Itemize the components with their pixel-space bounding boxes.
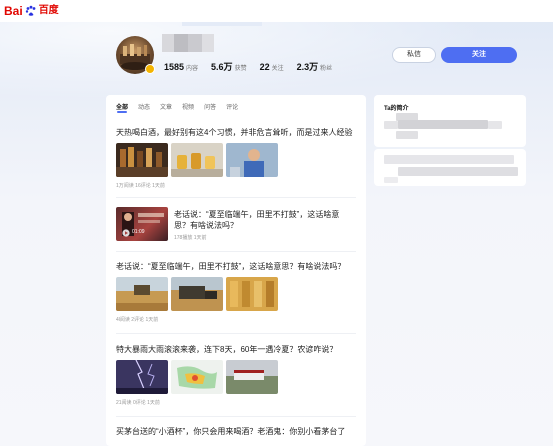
thumbnail-image[interactable] [116,277,168,311]
item-title-continued[interactable]: 思？有啥说法吗？ [174,220,339,231]
list-item[interactable]: 买茅台送的“小酒杯”，你只会用来喝酒？老酒鬼：你别小看茅台了 [116,426,356,437]
thumbnail-image[interactable] [116,143,168,177]
tab-qa[interactable]: 问答 [204,102,216,111]
redacted-text [384,121,398,129]
divider [116,251,356,252]
baidu-logo[interactable]: Bai 百度 [4,4,59,18]
message-button[interactable]: 私信 [392,47,436,63]
video-thumbnail[interactable]: 01:09 [116,207,168,241]
logo-text-cn: 百度 [38,5,59,16]
redacted-text [398,120,488,129]
list-item[interactable]: 老话说：“夏至临端午，田里不打鼓”，这话啥意思？有啥说法吗？ 4l阅读 2评论 … [116,261,356,323]
paw-icon [25,5,36,16]
thumbnail-image[interactable] [226,277,278,311]
verified-badge-icon [145,64,155,74]
video-duration: 01:09 [132,229,145,235]
item-title[interactable]: 买茅台送的“小酒杯”，你只会用来喝酒？老酒鬼：你别小看茅台了 [116,426,356,437]
stat-content[interactable]: 1585 内容 [164,62,198,72]
list-item[interactable]: 天热喝白酒，最好别有这4个习惯，并非危言耸听，而是过来人经验 1万阅读 16评论… [116,127,356,189]
item-title[interactable]: 老话说：“夏至临端午，田里不打鼓”，这话啥意 [174,209,339,220]
item-title[interactable]: 天热喝白酒，最好别有这4个习惯，并非危言耸听，而是过来人经验 [116,127,356,138]
item-meta: 21阅读 0评论 1天前 [116,400,160,406]
intro-card: Ta的简介 [374,95,526,147]
tab-updates[interactable]: 动态 [138,102,150,111]
list-item[interactable]: 特大暴雨大雨滚滚来袭，连下8天，60年一遇冷夏？农谚咋说？ 21阅读 0评论 1… [116,344,356,406]
item-images [116,143,356,177]
item-text: 老话说：“夏至临端午，田里不打鼓”，这话啥意 思？有啥说法吗？ 178播放 1天… [174,209,339,241]
redacted-text [488,121,502,129]
header-tab-notch [182,22,262,26]
profile-extra-card [374,149,526,186]
redacted-text [396,131,418,139]
logo-text-latin: Bai [4,4,23,18]
feed-card: 全部 动态 文章 视频 问答 评论 天热喝白酒，最好别有这4个习惯，并非危言耸听… [106,95,366,446]
thumbnail-image[interactable] [226,143,278,177]
thumbnail-image[interactable] [171,360,223,394]
intro-heading: Ta的简介 [384,106,409,112]
item-title[interactable]: 特大暴雨大雨滚滚来袭，连下8天，60年一遇冷夏？农谚咋说？ [116,344,356,355]
top-bar: Bai 百度 [0,0,553,22]
list-item[interactable]: 01:09 老话说：“夏至临端午，田里不打鼓”，这话啥意 思？有啥说法吗？ 17… [116,207,356,247]
follow-button[interactable]: 关注 [441,47,517,63]
stat-following[interactable]: 22 关注 [260,62,284,72]
thumbnail-image[interactable] [171,143,223,177]
stat-likes[interactable]: 5.6万 获赞 [211,60,247,73]
item-meta: 178播放 1天前 [174,235,207,241]
redacted-text [384,177,398,183]
divider [116,333,356,334]
item-images [116,360,356,394]
tab-all[interactable]: 全部 [116,102,128,113]
username-redacted [162,34,214,52]
item-title[interactable]: 老话说：“夏至临端午，田里不打鼓”，这话啥意思？有啥说法吗？ [116,261,356,272]
tab-articles[interactable]: 文章 [160,102,172,111]
item-meta: 1万阅读 16评论 1天前 [116,183,165,189]
profile-stats: 1585 内容 5.6万 获赞 22 关注 2.3万 粉丝 [164,60,332,73]
play-icon [122,229,130,237]
thumbnail-image[interactable] [226,360,278,394]
tab-videos[interactable]: 视频 [182,102,194,111]
thumbnail-image[interactable] [171,277,223,311]
item-meta: 4l阅读 2评论 1天前 [116,317,159,323]
divider [116,416,356,417]
tab-comments[interactable]: 评论 [226,102,238,111]
divider [116,197,356,198]
redacted-text [398,167,518,176]
redacted-text [384,155,514,164]
stat-followers[interactable]: 2.3万 粉丝 [297,60,333,73]
item-images [116,277,356,311]
feed-tabs: 全部 动态 文章 视频 问答 评论 [116,102,238,113]
thumbnail-image[interactable] [116,360,168,394]
